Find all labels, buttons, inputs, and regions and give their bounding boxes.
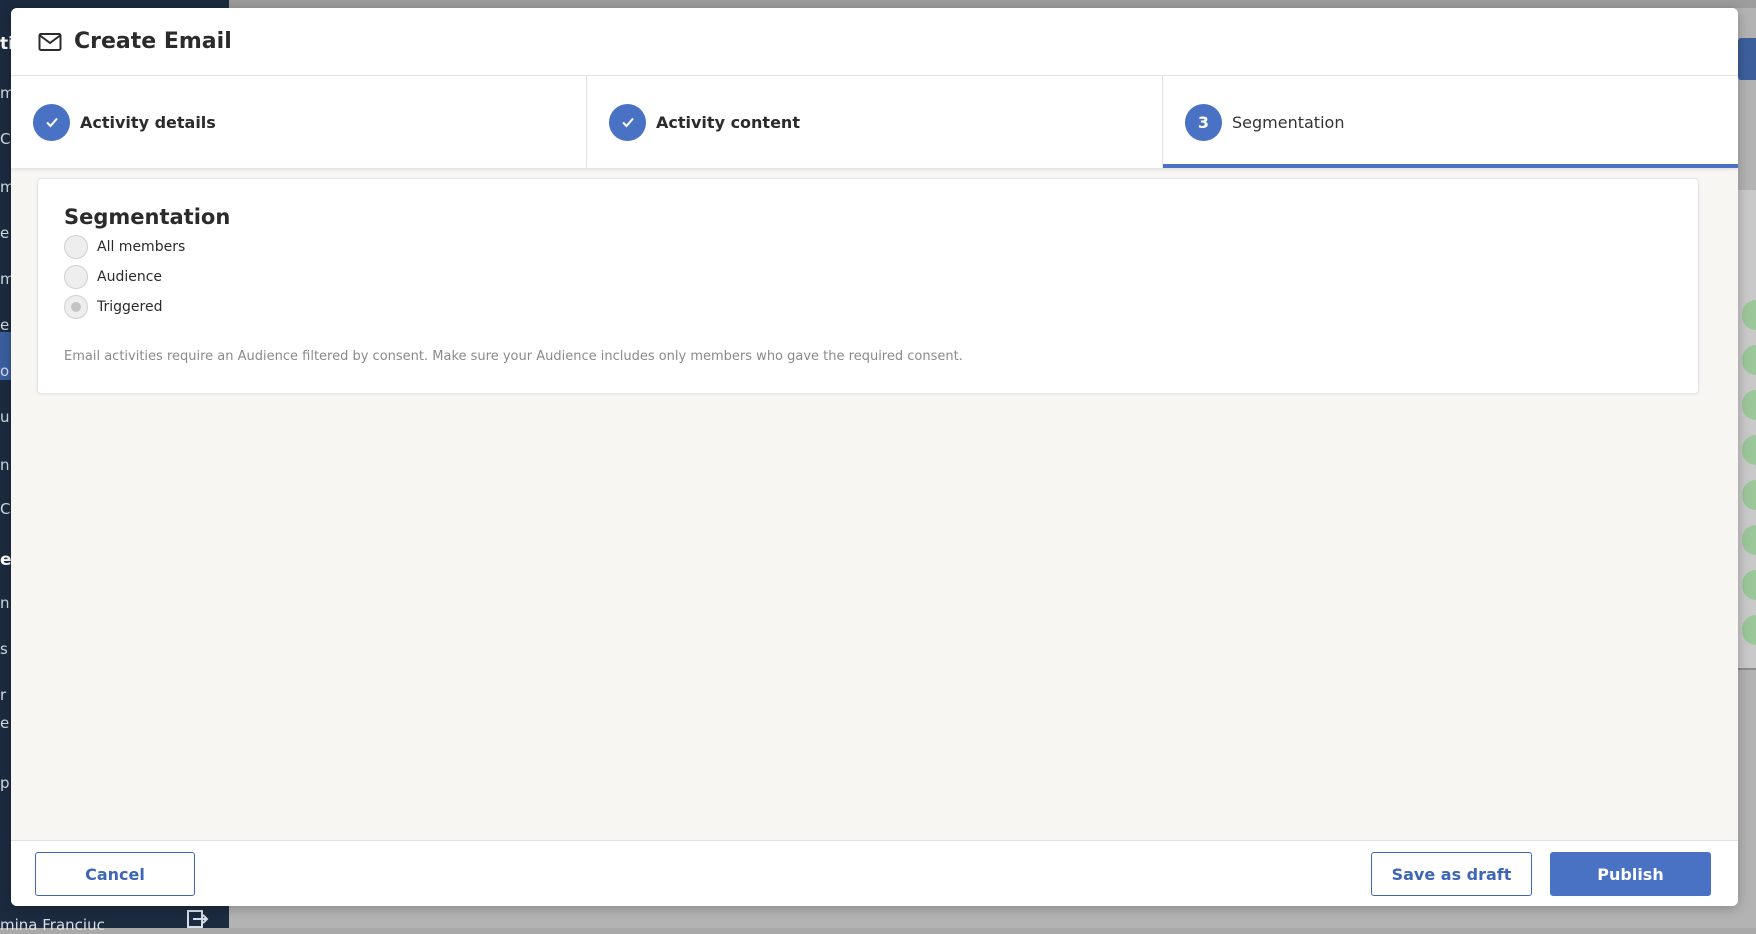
radio-label: Audience bbox=[97, 269, 163, 285]
sidebar-fragment: n bbox=[0, 594, 10, 612]
background-top-strip bbox=[229, 0, 1756, 8]
radio-option-triggered[interactable]: Triggered bbox=[64, 295, 162, 319]
sidebar-user-name: mina Franciuc bbox=[0, 916, 105, 934]
sidebar-fragment: s bbox=[0, 640, 8, 658]
background-button bbox=[1738, 38, 1756, 80]
envelope-icon bbox=[38, 32, 62, 51]
modal-footer: Cancel Save as draft Publish bbox=[11, 840, 1738, 906]
consent-hint: Email activities require an Audience fil… bbox=[64, 349, 963, 364]
step-complete-indicator bbox=[33, 103, 70, 141]
radio-label: All members bbox=[97, 239, 186, 255]
radio-label: Triggered bbox=[97, 299, 163, 315]
sidebar-fragment: r bbox=[0, 686, 7, 704]
section-title: Segmentation bbox=[64, 205, 231, 229]
check-icon bbox=[45, 117, 58, 128]
save-draft-button[interactable]: Save as draft bbox=[1371, 852, 1532, 896]
check-icon bbox=[621, 117, 634, 128]
stepper: Activity details Activity content 3 Segm… bbox=[11, 76, 1738, 168]
background-divider bbox=[1738, 668, 1756, 670]
publish-button[interactable]: Publish bbox=[1550, 852, 1711, 896]
modal-title: Create Email bbox=[74, 29, 232, 54]
radio-button[interactable] bbox=[64, 265, 88, 289]
radio-button[interactable] bbox=[64, 295, 88, 319]
step-number: 3 bbox=[1185, 103, 1222, 141]
radio-option-audience[interactable]: Audience bbox=[64, 265, 162, 289]
create-email-modal: Create Email Activity details Activity c… bbox=[11, 8, 1738, 906]
step-label: Activity details bbox=[80, 112, 216, 132]
radio-button[interactable] bbox=[64, 235, 88, 259]
sidebar-fragment: n bbox=[0, 456, 10, 474]
logout-icon bbox=[187, 910, 209, 928]
step-complete-indicator bbox=[609, 103, 646, 141]
sidebar-fragment: o bbox=[0, 362, 10, 380]
sidebar-fragment: p bbox=[0, 774, 10, 792]
sidebar-fragment: C bbox=[0, 130, 11, 148]
cancel-button[interactable]: Cancel bbox=[35, 852, 195, 896]
sidebar-fragment: e bbox=[0, 714, 10, 732]
step-activity-content[interactable]: Activity content bbox=[587, 76, 1163, 168]
modal-header: Create Email bbox=[11, 8, 1738, 76]
radio-option-all-members[interactable]: All members bbox=[64, 235, 185, 259]
sidebar-fragment: e bbox=[0, 316, 10, 334]
sidebar-fragment: e bbox=[0, 550, 12, 570]
sidebar-fragment: e bbox=[0, 224, 10, 242]
step-label: Activity content bbox=[656, 112, 800, 132]
sidebar-fragment: C bbox=[0, 500, 11, 518]
radio-selected-dot bbox=[71, 302, 81, 312]
step-segmentation[interactable]: 3 Segmentation bbox=[1163, 76, 1738, 168]
sidebar-fragment: u bbox=[0, 408, 10, 426]
segmentation-card: Segmentation All members Audience Trigge… bbox=[37, 178, 1699, 394]
step-label: Segmentation bbox=[1232, 112, 1345, 132]
step-activity-details[interactable]: Activity details bbox=[11, 76, 587, 168]
